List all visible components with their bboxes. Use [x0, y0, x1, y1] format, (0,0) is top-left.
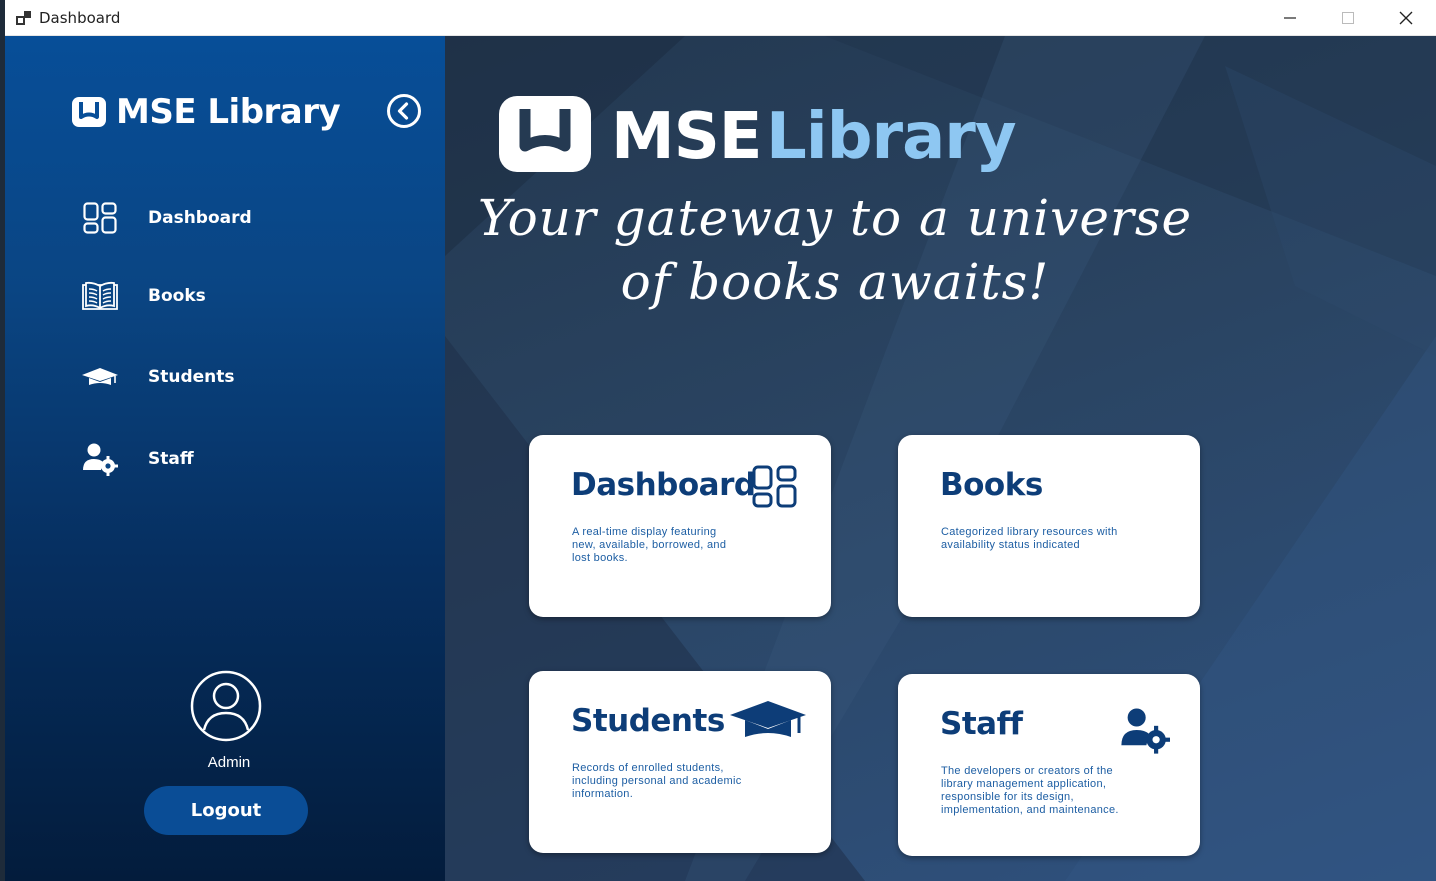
sidebar-item-label: Staff: [148, 449, 194, 469]
hero-logo-icon: [499, 96, 591, 172]
maximize-button[interactable]: [1319, 0, 1377, 36]
chevron-left-circle-icon: [387, 94, 421, 128]
hero-brand-mse: MSE: [611, 100, 762, 174]
sidebar-item-books[interactable]: Books: [80, 274, 380, 318]
user-gear-icon: [80, 439, 120, 479]
user-circle-icon: [190, 670, 262, 742]
app-icon: [16, 11, 31, 25]
card-description: A real-time display featuring new, avail…: [572, 526, 727, 564]
open-book-icon: [80, 276, 120, 316]
sidebar-item-label: Students: [148, 367, 235, 387]
card-title: Students: [571, 703, 725, 739]
card-description: The developers or creators of the librar…: [941, 765, 1119, 816]
collapse-sidebar-button[interactable]: [387, 94, 421, 128]
sidebar-item-staff[interactable]: Staff: [80, 437, 380, 481]
user-gear-icon: [1121, 708, 1170, 754]
sidebar-item-dashboard[interactable]: Dashboard: [80, 196, 380, 240]
library-logo-icon: [72, 97, 106, 127]
card-staff[interactable]: Staff The developers or creators of the …: [898, 674, 1200, 856]
sidebar-item-students[interactable]: Students: [80, 355, 380, 399]
sidebar-item-label: Dashboard: [148, 208, 252, 228]
card-title: Dashboard: [571, 467, 756, 503]
minimize-button[interactable]: [1261, 0, 1319, 36]
maximize-icon: [1342, 12, 1354, 24]
card-title: Books: [940, 467, 1043, 503]
dashboard-grid-icon: [80, 198, 120, 238]
card-books[interactable]: Books Categorized library resources with…: [898, 435, 1200, 617]
graduation-cap-icon: [730, 701, 806, 737]
sidebar-brand-text: MSE Library: [116, 92, 341, 132]
user-name-label: Admin: [207, 754, 251, 771]
card-dashboard[interactable]: Dashboard A real-time display featuring …: [529, 435, 831, 617]
card-description: Categorized library resources with avail…: [941, 526, 1118, 551]
card-description: Records of enrolled students, including …: [572, 762, 742, 800]
user-avatar[interactable]: [190, 670, 262, 742]
hero-brand-library: Library: [766, 100, 1017, 174]
logout-button[interactable]: Logout: [144, 786, 308, 835]
hero-tagline: Your gateway to a universe of books awai…: [477, 189, 1193, 311]
card-students[interactable]: Students Records of enrolled students, i…: [529, 671, 831, 853]
sidebar-item-label: Books: [148, 286, 206, 306]
graduation-cap-icon: [80, 357, 120, 397]
close-icon: [1399, 11, 1413, 25]
dashboard-grid-icon: [752, 465, 797, 508]
window-title: Dashboard: [39, 9, 121, 27]
minimize-icon: [1284, 17, 1296, 19]
sidebar: MSE Library Dashboard Books Students Sta…: [5, 36, 445, 881]
close-button[interactable]: [1377, 0, 1435, 36]
card-title: Staff: [940, 706, 1023, 742]
title-bar: Dashboard: [5, 0, 1436, 36]
sidebar-brand: MSE Library: [72, 92, 341, 132]
main-panel: MSE Library Your gateway to a universe o…: [445, 36, 1436, 881]
